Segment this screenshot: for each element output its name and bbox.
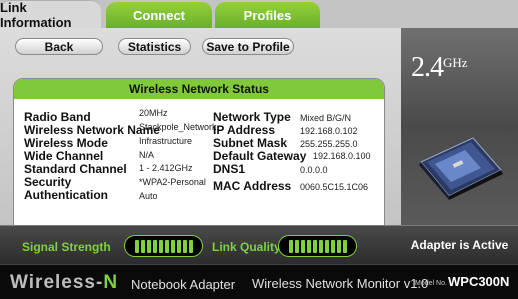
adapter-status: Adapter is Active bbox=[401, 225, 518, 264]
standard-channel-value: 1 - 2.412GHz bbox=[139, 163, 193, 173]
brand-word: Wireless- bbox=[10, 272, 104, 293]
brand-n: N bbox=[103, 272, 119, 293]
signal-strength-segment bbox=[134, 239, 139, 253]
signal-strength-meter bbox=[124, 235, 203, 257]
tab-bar: Link Information Connect Profiles bbox=[0, 0, 518, 30]
dns1-value: 0.0.0.0 bbox=[300, 165, 328, 175]
wireless-network-monitor: Link Information Connect Profiles Back S… bbox=[0, 0, 518, 299]
security-value: *WPA2-Personal bbox=[139, 177, 206, 187]
link-quality-segment bbox=[330, 239, 335, 253]
dns1-label: DNS1 bbox=[213, 162, 246, 176]
link-quality-segment bbox=[288, 239, 293, 253]
app-name-version: Wireless Network Monitor v1.0 bbox=[252, 276, 429, 291]
link-quality-meter bbox=[278, 235, 357, 257]
frequency-badge: 2.4GHz bbox=[401, 28, 518, 126]
signal-strength-segment bbox=[182, 239, 187, 253]
subnet-mask-value: 255.255.255.0 bbox=[300, 139, 358, 149]
signal-strength-label: Signal Strength bbox=[22, 240, 111, 254]
link-quality-segment bbox=[342, 239, 347, 253]
link-quality-segment bbox=[324, 239, 329, 253]
network-name-value: Stackpole_Network bbox=[139, 122, 217, 132]
signal-strength-segment bbox=[176, 239, 181, 253]
link-quality-segment bbox=[312, 239, 317, 253]
toolbar: Back Statistics Save to Profile bbox=[0, 28, 401, 58]
brand-logo: Wireless-N bbox=[10, 272, 118, 294]
footer: Wireless-N Notebook Adapter Wireless Net… bbox=[0, 264, 518, 299]
frequency-unit: GHz bbox=[443, 55, 468, 70]
link-quality-segment bbox=[306, 239, 311, 253]
wireless-mode-value: Infrastructure bbox=[139, 136, 193, 146]
authentication-value: Auto bbox=[139, 191, 158, 201]
link-quality-segment bbox=[294, 239, 299, 253]
model-number: WPC300N bbox=[448, 274, 510, 289]
mac-address-label: MAC Address bbox=[213, 179, 292, 193]
link-quality-segment bbox=[318, 239, 323, 253]
link-quality-segment bbox=[336, 239, 341, 253]
frequency-number: 2.4 bbox=[411, 52, 444, 83]
signal-strength-segment bbox=[146, 239, 151, 253]
radio-band-value: 20MHz bbox=[139, 108, 168, 118]
signal-strength-segment bbox=[170, 239, 175, 253]
status-title: Wireless Network Status bbox=[14, 79, 384, 99]
wide-channel-value: N/A bbox=[139, 150, 155, 160]
link-quality-label: Link Quality bbox=[212, 240, 281, 254]
save-to-profile-button[interactable]: Save to Profile bbox=[202, 38, 294, 55]
signal-strength-segment bbox=[164, 239, 169, 253]
product-panel: 2.4GHz bbox=[401, 28, 518, 225]
default-gateway-value: 192.168.0.100 bbox=[313, 151, 371, 161]
frequency-label: 2.4GHz bbox=[411, 52, 468, 84]
authentication-label: Authentication bbox=[24, 188, 108, 202]
signal-strength-segment bbox=[140, 239, 145, 253]
signal-strength-segment bbox=[158, 239, 163, 253]
signal-strength-segment bbox=[188, 239, 193, 253]
link-information-panel: Back Statistics Save to Profile Wireless… bbox=[0, 28, 401, 244]
mac-address-value: 0060.5C15.1C06 bbox=[300, 182, 369, 192]
notebook-adapter-card-image bbox=[419, 137, 503, 200]
statistics-button[interactable]: Statistics bbox=[118, 38, 191, 55]
signal-bar: Signal Strength Link Quality bbox=[0, 225, 401, 264]
ip-address-value: 192.168.0.102 bbox=[300, 126, 358, 136]
network-type-value: Mixed B/G/N bbox=[300, 113, 352, 123]
tab-connect[interactable]: Connect bbox=[106, 2, 212, 28]
tab-link-information[interactable]: Link Information bbox=[0, 0, 101, 30]
model-number-prefix: Model No. bbox=[415, 280, 447, 287]
back-button[interactable]: Back bbox=[15, 38, 103, 55]
product-name: Notebook Adapter bbox=[131, 277, 236, 292]
wireless-network-status-box: Wireless Network Status Radio Band 20MHz… bbox=[13, 78, 385, 244]
signal-strength-segment bbox=[152, 239, 157, 253]
tab-profiles[interactable]: Profiles bbox=[215, 2, 320, 28]
link-quality-segment bbox=[300, 239, 305, 253]
